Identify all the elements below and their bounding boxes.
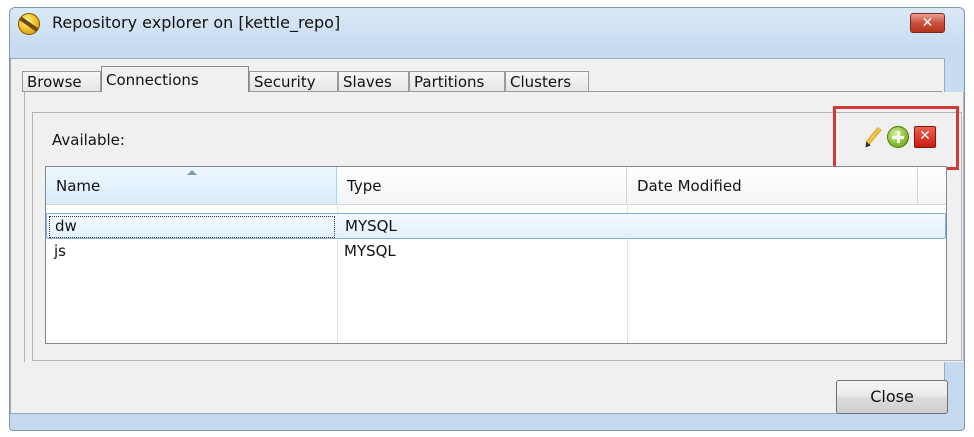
tab-partitions[interactable]: Partitions [409, 71, 505, 92]
tab-strip: Browse Connections Security Slaves Parti… [22, 66, 942, 92]
cell-type: MYSQL [344, 242, 396, 260]
column-header-name-label: Name [56, 177, 101, 195]
column-header-type[interactable]: Type [337, 167, 627, 204]
column-header-name[interactable]: Name [46, 167, 337, 204]
connections-toolbar: ✕ [862, 126, 948, 150]
column-header-date-modified[interactable]: Date Modified [627, 167, 918, 204]
cell-date-modified [627, 214, 917, 240]
connections-table: Name Type Date Modified dw MYSQL js MYSQ… [45, 166, 947, 344]
column-header-date-label: Date Modified [637, 177, 742, 195]
sort-ascending-icon [187, 170, 197, 175]
add-icon[interactable] [887, 126, 909, 148]
close-button[interactable]: Close [836, 380, 948, 414]
tab-slaves[interactable]: Slaves [338, 71, 409, 92]
title-bar: Repository explorer on [kettle_repo] ✕ [0, 0, 974, 40]
tab-browse[interactable]: Browse [22, 71, 101, 92]
cell-type: MYSQL [345, 217, 397, 235]
table-row[interactable]: js MYSQL [46, 239, 946, 265]
tab-connections[interactable]: Connections [101, 66, 249, 92]
pencil-icon[interactable] [862, 126, 884, 148]
column-header-type-label: Type [347, 177, 382, 195]
cell-date-modified [626, 239, 916, 265]
delete-icon[interactable]: ✕ [914, 126, 936, 148]
available-label: Available: [52, 131, 125, 149]
table-row[interactable]: dw MYSQL [46, 213, 946, 239]
tab-security[interactable]: Security [249, 71, 338, 92]
cell-name: dw [47, 214, 337, 240]
tab-clusters[interactable]: Clusters [505, 71, 589, 92]
spoon-app-icon [18, 13, 40, 35]
cell-name: js [54, 242, 66, 260]
window-title: Repository explorer on [kettle_repo] [52, 13, 341, 32]
window-close-button[interactable]: ✕ [910, 13, 945, 33]
table-header: Name Type Date Modified [46, 167, 946, 205]
